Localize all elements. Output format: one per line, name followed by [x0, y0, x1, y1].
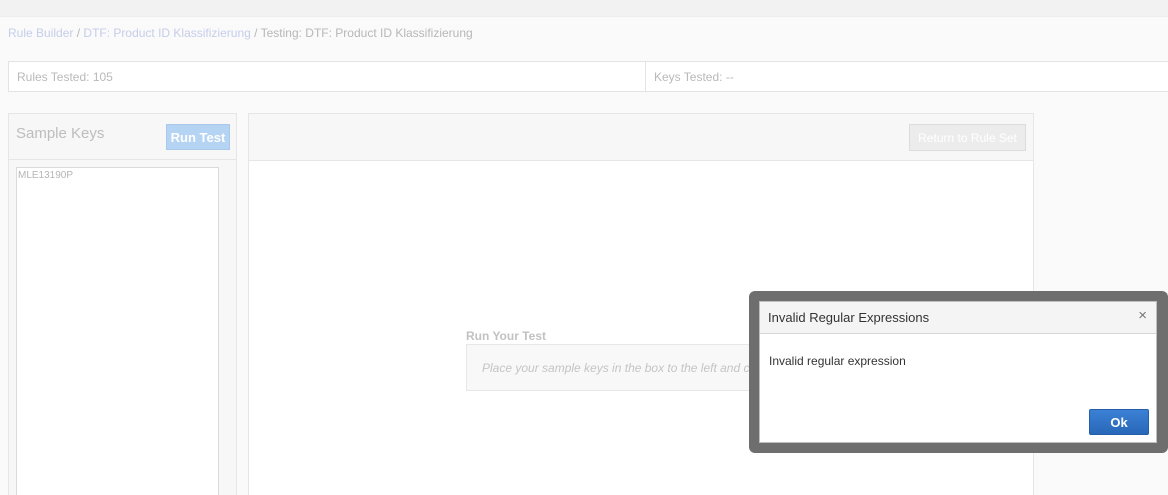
- dialog-title: Invalid Regular Expressions: [768, 310, 930, 325]
- invalid-regex-dialog: Invalid Regular Expressions × Invalid re…: [759, 301, 1157, 443]
- test-stats-bar: Rules Tested: 105 Keys Tested: --: [8, 61, 1168, 92]
- dialog-message: Invalid regular expression: [769, 354, 906, 368]
- breadcrumb-rule-builder[interactable]: Rule Builder: [8, 26, 73, 40]
- modal-overlay-frame: Invalid Regular Expressions × Invalid re…: [749, 291, 1168, 453]
- run-your-test-heading: Run Your Test: [466, 329, 547, 343]
- run-test-button[interactable]: Run Test: [166, 124, 230, 150]
- breadcrumb-current: Testing: DTF: Product ID Klassifizierung: [260, 26, 473, 40]
- return-to-rule-set-button[interactable]: Return to Rule Set: [909, 124, 1026, 151]
- sample-keys-title: Sample Keys: [16, 125, 105, 142]
- breadcrumb: Rule Builder / DTF: Product ID Klassifiz…: [8, 26, 473, 40]
- sample-keys-panel: Sample Keys Run Test MLE13190P: [8, 113, 237, 495]
- close-icon[interactable]: ×: [1138, 307, 1147, 324]
- breadcrumb-separator: /: [254, 26, 258, 40]
- top-bar: [0, 0, 1168, 17]
- dialog-header: Invalid Regular Expressions ×: [760, 302, 1156, 334]
- rule-testing-page: Rule Builder / DTF: Product ID Klassifiz…: [0, 0, 1168, 495]
- breadcrumb-separator: /: [76, 26, 81, 40]
- rules-tested-stat: Rules Tested: 105: [9, 62, 646, 91]
- ok-button[interactable]: Ok: [1089, 409, 1149, 435]
- keys-tested-stat: Keys Tested: --: [654, 69, 734, 84]
- test-results-header: Return to Rule Set: [249, 114, 1033, 161]
- sample-keys-input[interactable]: MLE13190P: [16, 167, 219, 495]
- breadcrumb-rule-set[interactable]: DTF: Product ID Klassifizierung: [83, 26, 250, 40]
- sample-keys-header: Sample Keys Run Test: [9, 114, 236, 160]
